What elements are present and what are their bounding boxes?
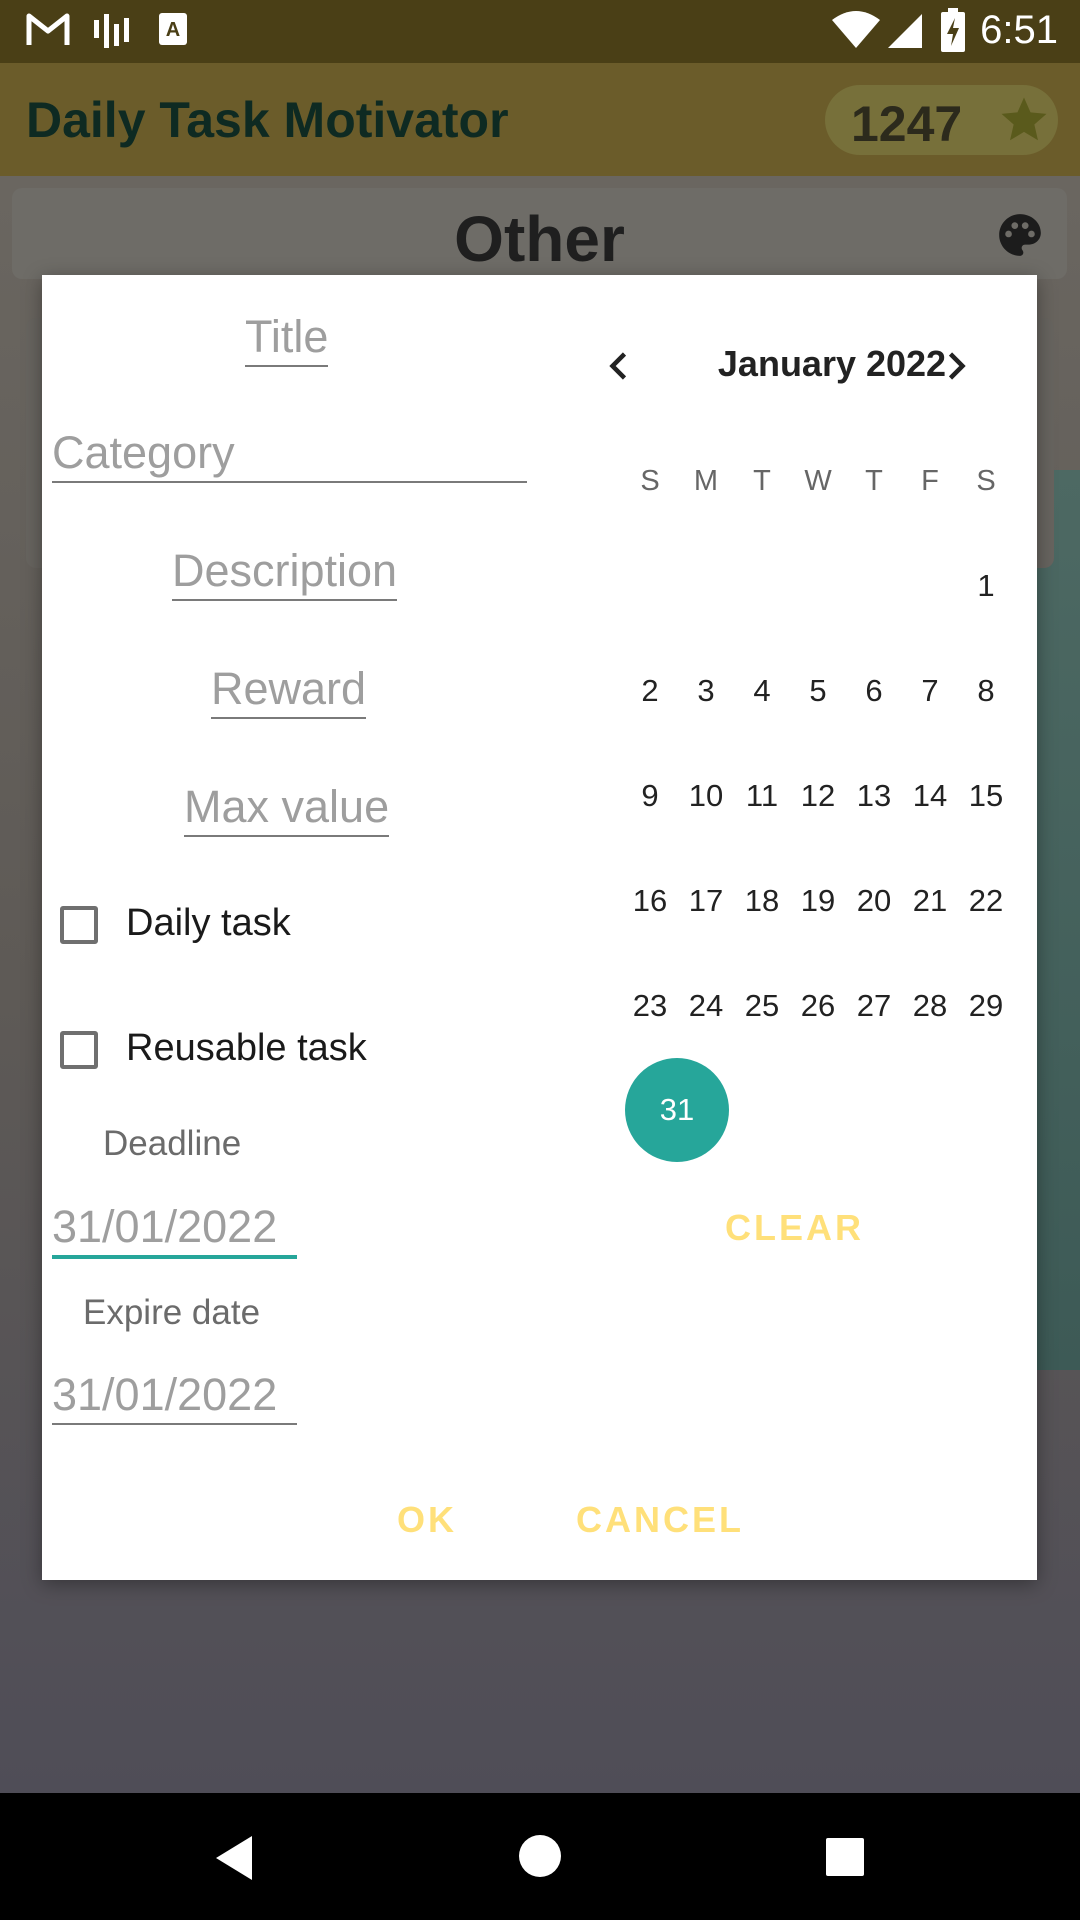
navigation-bar — [0, 1793, 1080, 1920]
clear-button[interactable]: CLEAR — [725, 1207, 864, 1249]
recents-icon[interactable] — [824, 1836, 866, 1883]
category-input[interactable]: Category — [52, 425, 527, 484]
gmail-icon — [26, 12, 70, 53]
calendar-day[interactable]: 28 — [902, 988, 958, 1024]
weekday-label: W — [804, 465, 832, 497]
category-placeholder: Category — [52, 427, 235, 478]
expire-date-value: 31/01/2022 — [52, 1369, 278, 1420]
description-placeholder: Description — [172, 545, 398, 596]
reusable-task-label: Reusable task — [126, 1027, 367, 1069]
deadline-value: 31/01/2022 — [52, 1201, 278, 1252]
home-icon[interactable] — [517, 1833, 563, 1884]
signal-bars-icon — [92, 12, 132, 55]
category-title: Other — [454, 203, 625, 275]
calendar-day[interactable]: 7 — [902, 673, 958, 709]
category-header[interactable]: Other — [12, 188, 1067, 279]
expire-date-label: Expire date — [83, 1293, 261, 1332]
battery-charging-icon — [940, 8, 966, 57]
calendar-day[interactable]: 13 — [846, 778, 902, 814]
calendar-day[interactable]: 3 — [678, 673, 734, 709]
app-title: Daily Task Motivator — [26, 92, 509, 148]
calendar-day[interactable]: 1 — [958, 568, 1014, 604]
selected-day-label: 31 — [659, 1092, 695, 1127]
expire-date-field[interactable]: 31/01/2022 — [52, 1367, 297, 1426]
cancel-button[interactable]: CANCEL — [576, 1499, 744, 1541]
daily-task-checkbox[interactable] — [60, 906, 98, 944]
selected-day[interactable]: 31 — [625, 1058, 729, 1162]
calendar-day[interactable]: 24 — [678, 988, 734, 1024]
weekday-label: S — [640, 465, 660, 497]
calendar-day[interactable]: 5 — [790, 673, 846, 709]
back-icon[interactable] — [212, 1833, 256, 1888]
calendar-day[interactable]: 19 — [790, 883, 846, 919]
max-value-placeholder: Max value — [184, 781, 390, 832]
cell-signal-icon — [886, 10, 924, 55]
calendar-day[interactable]: 21 — [902, 883, 958, 919]
add-task-dialog: Title Category Description Reward Max va… — [42, 275, 1037, 1580]
calendar-day[interactable]: 18 — [734, 883, 790, 919]
svg-text:A: A — [166, 19, 180, 41]
calendar-day[interactable]: 22 — [958, 883, 1014, 919]
title-input[interactable]: Title — [245, 309, 329, 368]
max-value-input[interactable]: Max value — [184, 779, 390, 838]
ok-button[interactable]: OK — [397, 1499, 457, 1541]
calendar-day[interactable]: 12 — [790, 778, 846, 814]
chevron-right-icon[interactable] — [937, 345, 973, 392]
calendar-day[interactable]: 20 — [846, 883, 902, 919]
clock: 6:51 — [980, 8, 1058, 52]
calendar-day[interactable]: 27 — [846, 988, 902, 1024]
calendar-day[interactable]: 23 — [622, 988, 678, 1024]
deadline-label: Deadline — [103, 1124, 242, 1163]
calendar-day[interactable]: 25 — [734, 988, 790, 1024]
calendar-day[interactable]: 15 — [958, 778, 1014, 814]
reward-input[interactable]: Reward — [211, 661, 367, 720]
calendar-day[interactable]: 29 — [958, 988, 1014, 1024]
calendar-day[interactable]: 2 — [622, 673, 678, 709]
description-input[interactable]: Description — [172, 543, 398, 602]
calendar-day[interactable]: 9 — [622, 778, 678, 814]
text-icon: A — [158, 12, 188, 51]
title-placeholder: Title — [245, 311, 329, 362]
calendar-day[interactable]: 10 — [678, 778, 734, 814]
reusable-task-checkbox[interactable] — [60, 1031, 98, 1069]
daily-task-label: Daily task — [126, 902, 291, 944]
wifi-icon — [830, 10, 882, 55]
status-bar: A 6:51 — [0, 0, 1080, 63]
weekday-label: T — [865, 465, 883, 497]
calendar-day[interactable]: 11 — [734, 778, 790, 814]
points-badge[interactable]: 1247 — [825, 85, 1058, 155]
chevron-left-icon[interactable] — [602, 345, 638, 392]
calendar-day[interactable]: 26 — [790, 988, 846, 1024]
calendar-day[interactable]: 6 — [846, 673, 902, 709]
weekday-label: F — [921, 465, 939, 497]
app-bar: Daily Task Motivator 1247 — [0, 63, 1080, 176]
weekday-label: M — [693, 465, 719, 497]
calendar-day[interactable]: 16 — [622, 883, 678, 919]
calendar-day[interactable]: 8 — [958, 673, 1014, 709]
calendar-day[interactable]: 4 — [734, 673, 790, 709]
weekday-label: T — [753, 465, 771, 497]
star-icon — [997, 93, 1051, 152]
weekday-label: S — [976, 465, 996, 497]
deadline-field[interactable]: 31/01/2022 — [52, 1199, 297, 1260]
calendar-day[interactable]: 14 — [902, 778, 958, 814]
points-value: 1247 — [851, 96, 963, 152]
reward-placeholder: Reward — [211, 663, 367, 714]
palette-icon[interactable] — [995, 210, 1045, 265]
calendar-day[interactable]: 17 — [678, 883, 734, 919]
